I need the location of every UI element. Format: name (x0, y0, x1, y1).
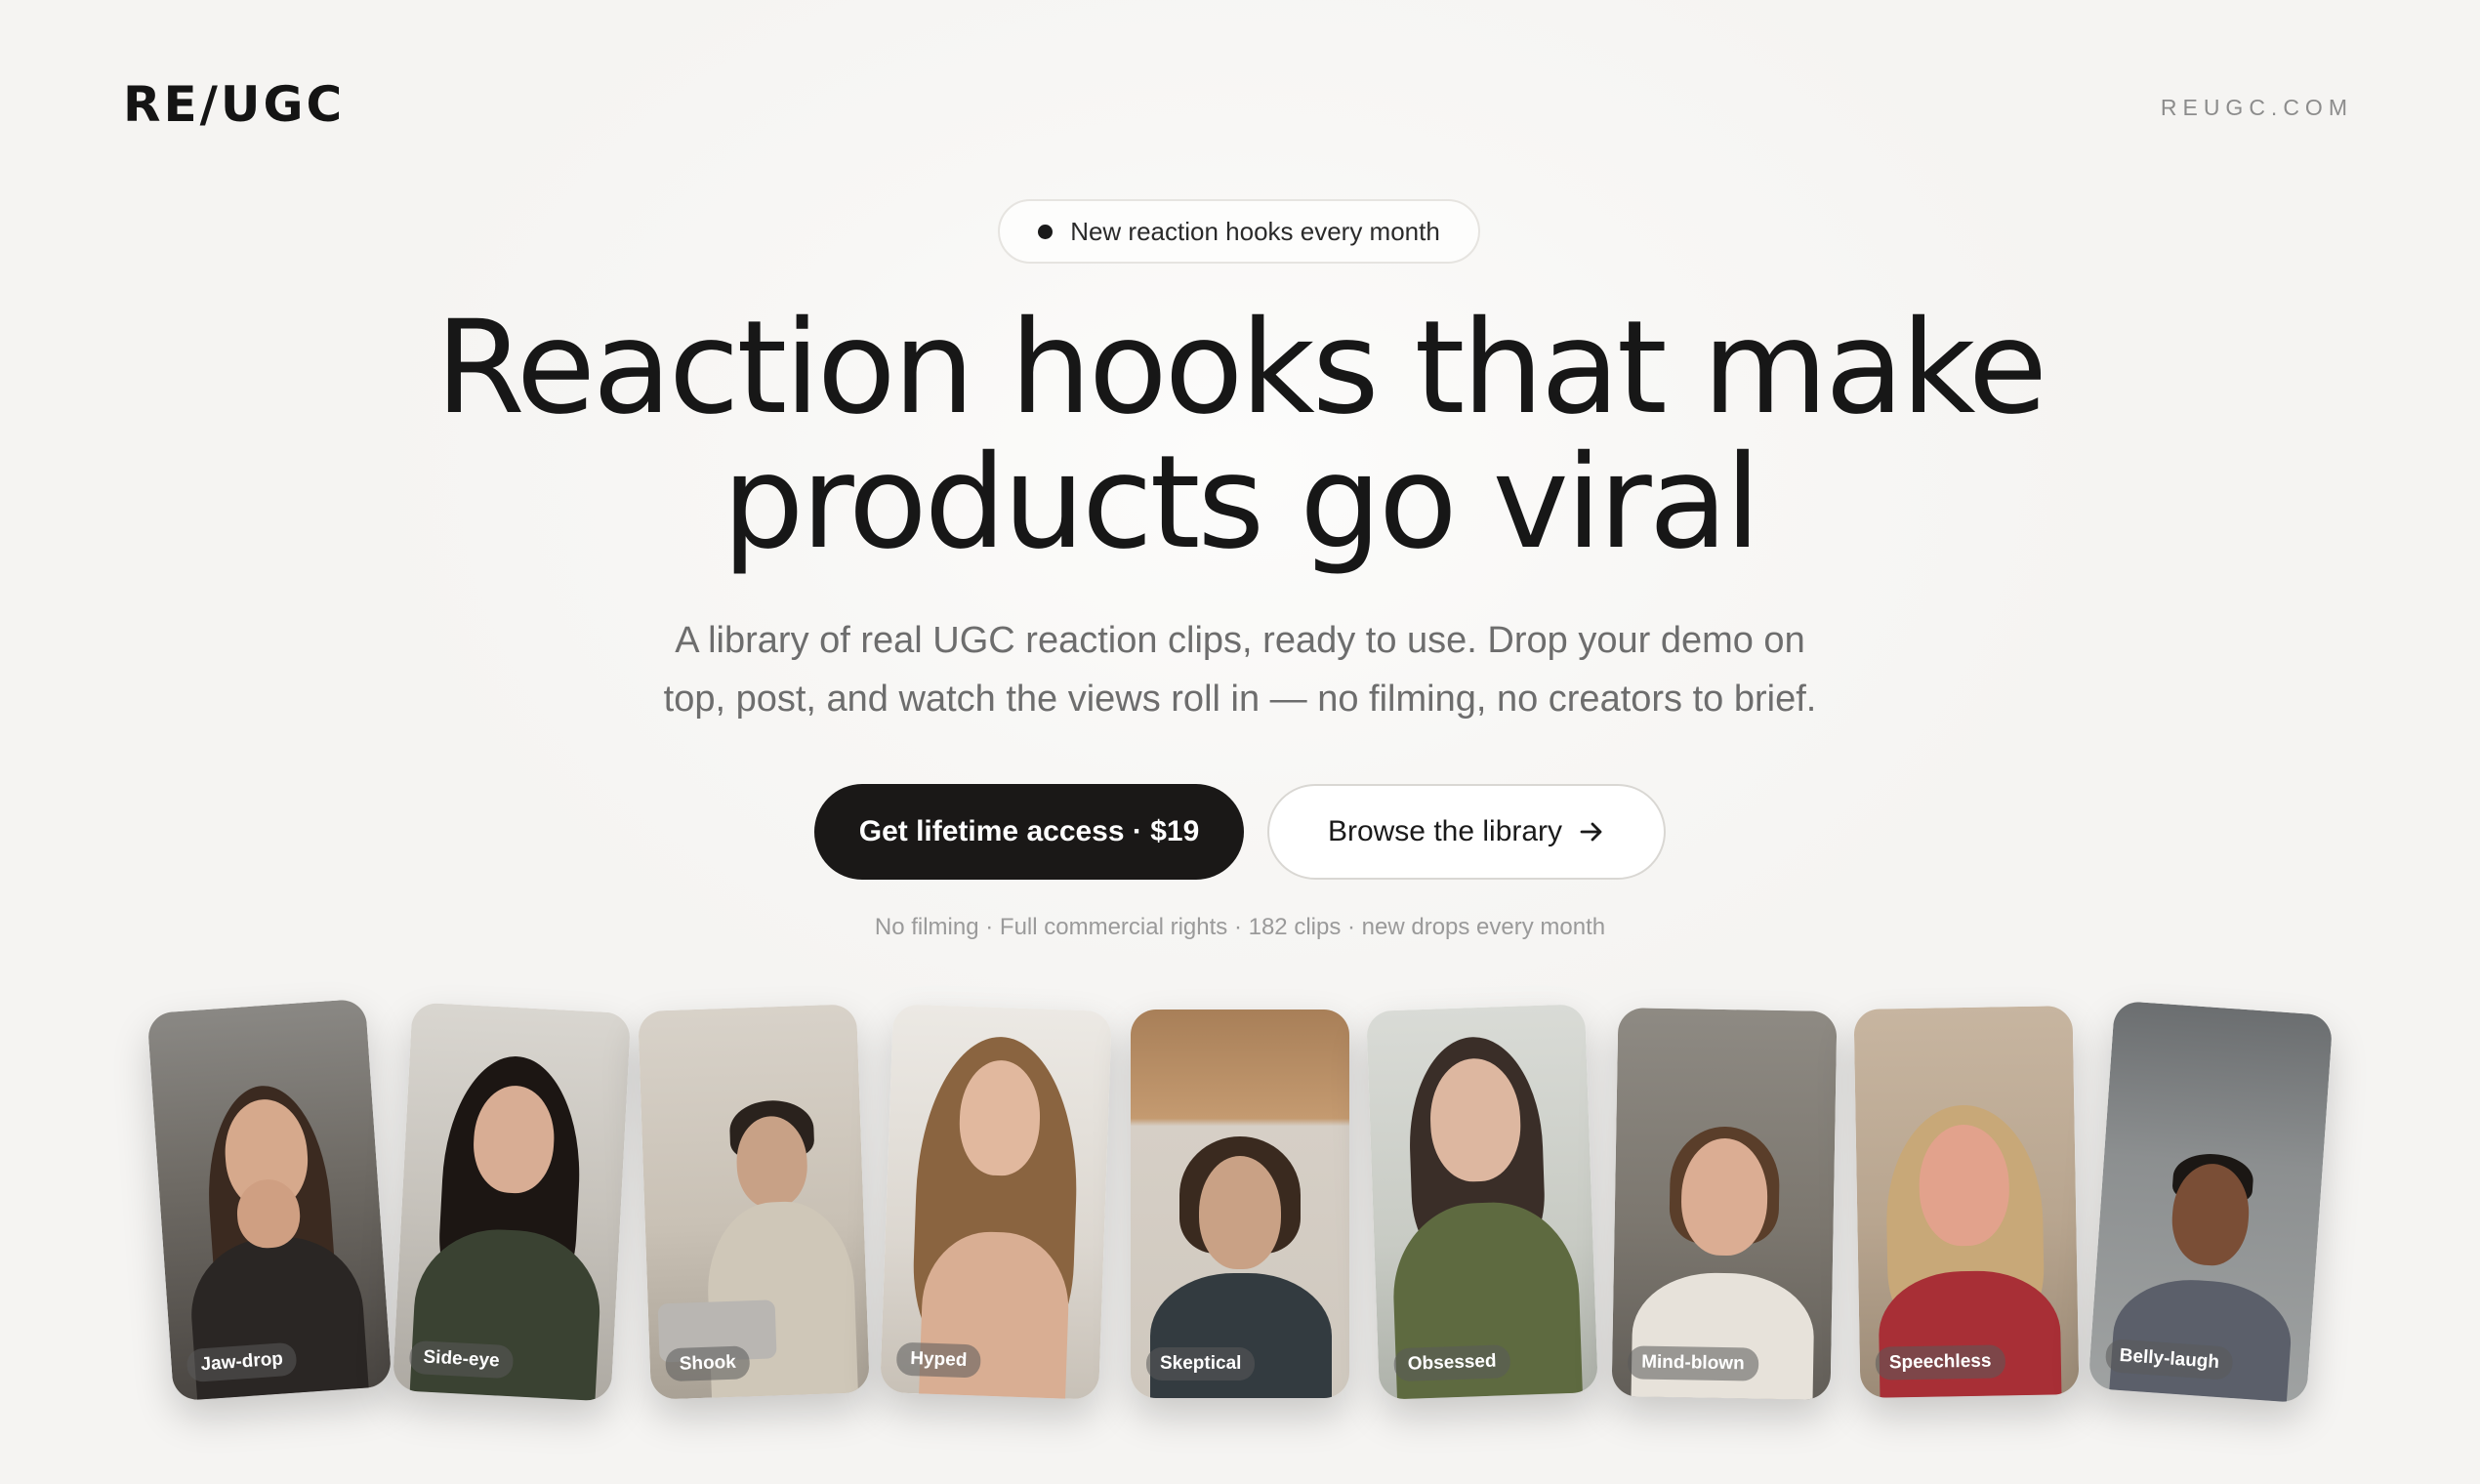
subcopy-line-1: A library of real UGC reaction clips, re… (675, 620, 1805, 661)
headline-line-1: Reaction hooks that make (434, 293, 2047, 443)
announcement-text: New reaction hooks every month (1070, 216, 1440, 246)
clip-card[interactable]: Skeptical (1131, 1010, 1349, 1398)
reaction-clip-strip: Jaw-drop Side-eye Shook Hyped Skeptical (0, 996, 2480, 1406)
announcement-badge: New reaction hooks every month (998, 199, 1480, 264)
clip-card[interactable]: Obsessed (1366, 1004, 1598, 1400)
browse-library-label: Browse the library (1327, 815, 1563, 847)
clip-card[interactable]: Speechless (1853, 1006, 2080, 1398)
clip-label: Hyped (895, 1341, 981, 1379)
subcopy-line-2: top, post, and watch the views roll in —… (663, 679, 1817, 720)
clip-label: Speechless (1875, 1344, 2005, 1381)
hero-fineprint: No filming · Full commercial rights · 18… (874, 914, 1606, 940)
clip-card[interactable]: Shook (638, 1004, 870, 1400)
clip-card[interactable]: Hyped (880, 1004, 1112, 1400)
clip-label: Skeptical (1146, 1347, 1256, 1381)
clip-card[interactable]: Jaw-drop (146, 998, 393, 1402)
headline-line-2: products go viral (722, 428, 1761, 578)
clip-card[interactable]: Mind-blown (1611, 1008, 1838, 1400)
site-domain-link[interactable]: REUGC.COM (2161, 95, 2353, 121)
clip-label: Mind-blown (1627, 1345, 1758, 1381)
browse-library-button[interactable]: Browse the library (1267, 784, 1666, 880)
clip-card[interactable]: Belly-laugh (2087, 1000, 2334, 1404)
clip-label: Obsessed (1393, 1344, 1511, 1382)
clip-label: Shook (665, 1345, 751, 1382)
get-lifetime-access-button[interactable]: Get lifetime access · $19 (814, 784, 1244, 880)
hero-subcopy: A library of real UGC reaction clips, re… (557, 611, 1923, 728)
arrow-right-icon (1580, 822, 1602, 842)
clip-card[interactable]: Side-eye (392, 1002, 632, 1402)
brand-logo[interactable]: RE/UGC (123, 80, 345, 129)
dot-icon (1038, 224, 1054, 239)
clip-label: Side-eye (408, 1340, 515, 1380)
hero-headline: Reaction hooks that make products go vir… (264, 301, 2216, 570)
